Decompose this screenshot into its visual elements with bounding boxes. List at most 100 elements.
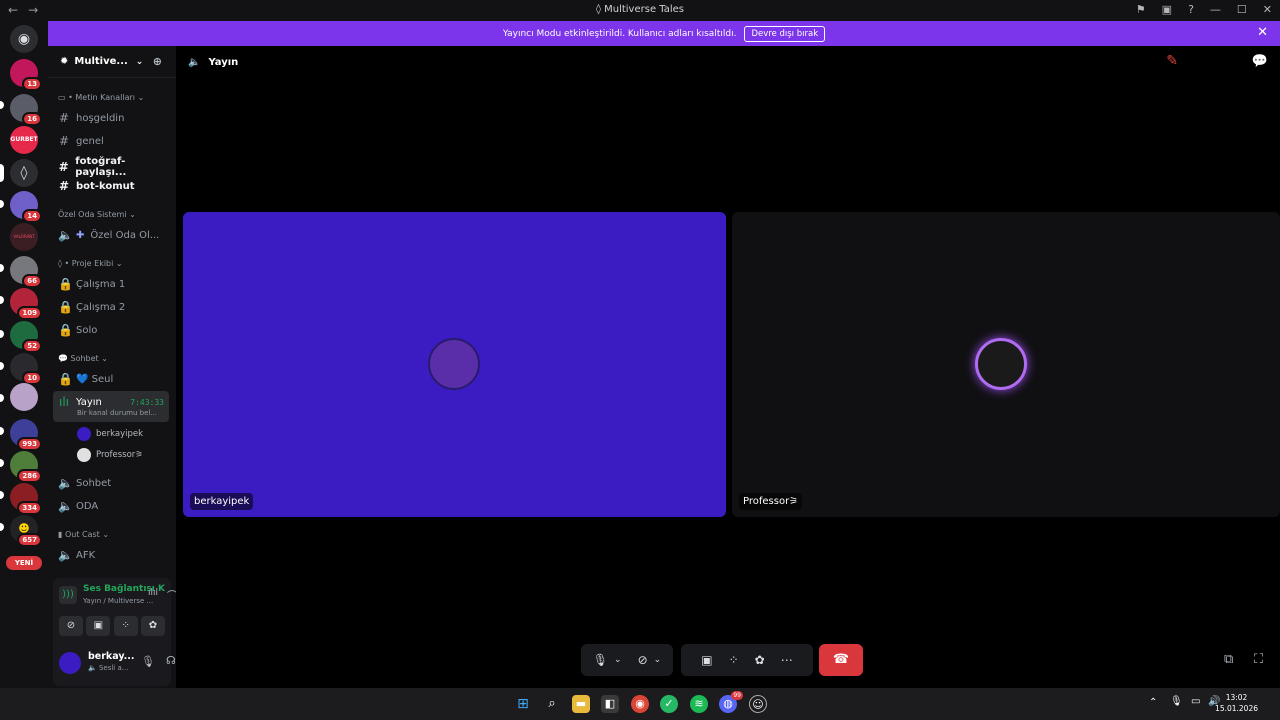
server-icon-active[interactable]: ◊ — [10, 159, 38, 187]
server-icon[interactable]: 993 — [10, 419, 42, 451]
category-chat[interactable]: 💬 Sohbet ⌄ — [58, 354, 108, 363]
activities-icon[interactable]: ⁘ — [729, 653, 739, 667]
server-icon[interactable]: 52 — [10, 321, 42, 353]
headphones-icon[interactable]: ☊ — [166, 654, 176, 667]
microphone-icon[interactable]: 🎙 — [593, 653, 608, 667]
close-window-icon[interactable]: ✕ — [1263, 3, 1272, 16]
channel-afk[interactable]: 🔈 AFK — [58, 548, 170, 562]
search-icon[interactable]: ⌕ — [543, 695, 561, 713]
channel-yayin[interactable]: ılı Yayın 7:43:33 — [58, 395, 170, 409]
mention-badge: 16 — [22, 112, 42, 126]
more-options-icon[interactable]: ⋯ — [781, 653, 793, 667]
voice-call-area: 🔈 Yayın ✎ 💬 berkayipek Professor⚞ 🎙 ⌄ ⊘ … — [176, 46, 1280, 688]
app-feather-icon[interactable]: ✎ — [1166, 53, 1178, 69]
channel-fotograf[interactable]: # fotoğraf-paylaşı... — [58, 156, 170, 178]
server-icon[interactable]: 14 — [10, 191, 42, 223]
disconnect-call-button[interactable]: ☎ — [819, 644, 863, 676]
avatar[interactable] — [59, 652, 81, 674]
channel-solo[interactable]: 🔒 Solo — [58, 323, 170, 337]
category-text[interactable]: ▭ • Metin Kanalları ⌄ — [58, 93, 144, 102]
chevron-down-icon[interactable]: ⌄ — [614, 655, 622, 665]
spotify-icon[interactable]: ≋ — [690, 695, 708, 713]
soundboard-icon[interactable]: ✿ — [140, 616, 165, 636]
server-header[interactable]: ✹ Multive... ⌄ ⊕ — [48, 46, 176, 78]
mention-badge: 657 — [17, 533, 42, 547]
voice-user[interactable]: berkayipek — [77, 427, 143, 441]
activities-icon[interactable]: ⁘ — [113, 616, 138, 636]
help-icon[interactable]: ? — [1188, 3, 1194, 16]
user-name[interactable]: berkay... — [88, 651, 135, 662]
discord-home-icon[interactable]: ◉ — [10, 25, 38, 53]
network-icon[interactable]: ▭ — [1191, 696, 1200, 707]
server-icon[interactable]: 16 — [10, 94, 42, 126]
user-status[interactable]: 🔈 Sesli a... — [88, 664, 128, 672]
channel-ozel-oda[interactable]: 🔈 ✚ Özel Oda Ol... — [58, 228, 170, 242]
new-badge[interactable]: YENİ — [6, 556, 42, 570]
microphone-icon[interactable]: 🎙 — [141, 655, 155, 668]
category-outcast[interactable]: ▮ Out Cast ⌄ — [58, 530, 109, 539]
tray-chevron-icon[interactable]: ⌃ — [1149, 697, 1157, 708]
server-icon[interactable]: 13 — [10, 59, 42, 91]
server-icon[interactable]: VALORANT — [10, 223, 38, 251]
microphone-icon[interactable]: 🎙 — [1170, 696, 1183, 707]
category-project[interactable]: ◊ • Proje Ekibi ⌄ — [58, 259, 123, 268]
server-icon[interactable]: 66 — [10, 256, 42, 288]
maximize-icon[interactable]: ☐ — [1237, 3, 1247, 16]
minimize-icon[interactable]: — — [1210, 3, 1221, 16]
tile-name: Professor⚞ — [739, 493, 803, 510]
channel-bot-komut[interactable]: # bot-komut — [58, 179, 170, 193]
app-icon[interactable]: ✓ — [660, 695, 678, 713]
noise-suppression-icon[interactable]: ılıl — [148, 588, 158, 598]
channel-calisma2[interactable]: 🔒 Çalışma 2 — [58, 300, 170, 314]
voice-location[interactable]: Yayın / Multiverse ... — [83, 597, 153, 605]
channel-genel[interactable]: # genel — [58, 134, 170, 148]
chat-bubble-icon[interactable]: 💬 — [1252, 54, 1268, 69]
category-private[interactable]: Özel Oda Sistemi ⌄ — [58, 210, 136, 219]
screen-share-icon[interactable]: ▣ — [701, 653, 712, 667]
add-user-icon[interactable]: ⊕ — [153, 55, 162, 68]
channel-hosgeldin[interactable]: # hoşgeldin — [58, 111, 170, 125]
fullscreen-icon[interactable]: ⛶ — [1254, 652, 1263, 667]
mic-camera-controls: 🎙 ⌄ ⊘ ⌄ — [581, 644, 673, 676]
server-icon[interactable]: GURBET — [10, 126, 38, 154]
server-icon[interactable]: 286 — [10, 451, 42, 483]
voice-active-icon: ılı — [58, 395, 69, 409]
chevron-down-icon[interactable]: ⌄ — [654, 655, 662, 665]
server-icon[interactable]: ☻ 657 — [10, 515, 42, 547]
discord-taskbar-icon[interactable]: ◍ 99 — [719, 691, 743, 713]
channel-oda[interactable]: 🔈 ODA — [58, 499, 170, 513]
channel-calisma1[interactable]: 🔒 Çalışma 1 — [58, 277, 170, 291]
server-glyph-icon: ✹ — [60, 56, 69, 67]
disable-streamer-mode-button[interactable]: Devre dışı bırak — [744, 25, 826, 42]
signal-icon[interactable]: ))) — [59, 586, 77, 604]
soundboard-icon[interactable]: ✿ — [755, 653, 765, 667]
popout-icon[interactable]: ⧉ — [1224, 652, 1233, 667]
hash-icon: # — [58, 134, 70, 148]
voice-timer: 7:43:33 — [130, 397, 164, 407]
inbox-icon[interactable]: ▣ — [1162, 3, 1172, 16]
channel-status[interactable]: Bir kanal durumu bel... — [77, 409, 157, 417]
close-icon[interactable]: ✕ — [1257, 25, 1268, 40]
channel-seul[interactable]: 🔒 💙 Seul — [58, 372, 170, 386]
camera-off-icon[interactable]: ⊘ — [638, 653, 648, 667]
server-icon[interactable] — [10, 383, 38, 411]
server-icon[interactable]: 334 — [10, 483, 42, 515]
avatar — [428, 338, 480, 390]
file-explorer-icon[interactable]: ▬ — [572, 695, 590, 713]
flag-icon[interactable]: ⚑ — [1136, 3, 1146, 16]
video-tile-professor[interactable]: Professor⚞ — [732, 212, 1280, 517]
streamer-mode-banner: Yayıncı Modu etkinleştirildi. Kullanıcı … — [48, 21, 1280, 46]
video-tile-berkayipek[interactable]: berkayipek — [183, 212, 726, 517]
voice-user[interactable]: Professor⚞ — [77, 448, 143, 462]
store-icon[interactable]: ◧ — [601, 695, 619, 713]
server-icon[interactable]: 10 — [10, 353, 42, 385]
server-icon[interactable]: 109 — [10, 288, 42, 320]
app-icon[interactable]: ☺ — [749, 695, 767, 713]
channel-sohbet[interactable]: 🔈 Sohbet — [58, 476, 170, 490]
chrome-icon[interactable]: ◉ — [631, 695, 649, 713]
taskbar-clock[interactable]: 13:02 15.01.2026 — [1215, 692, 1258, 714]
camera-off-icon[interactable]: ⊘ — [59, 616, 83, 636]
hash-icon: # — [58, 111, 70, 125]
screen-share-icon[interactable]: ▣ — [86, 616, 111, 636]
windows-start-icon[interactable]: ⊞ — [514, 695, 532, 713]
